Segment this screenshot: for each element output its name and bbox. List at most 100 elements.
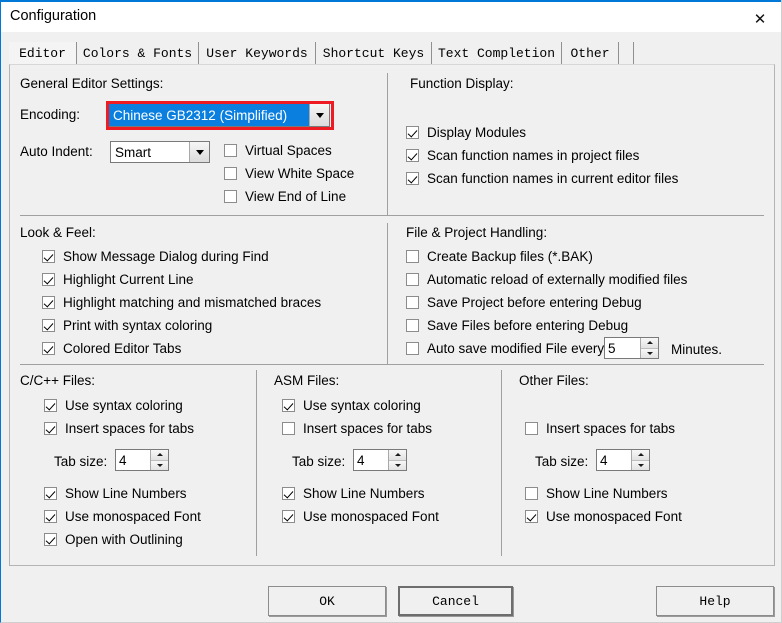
checkbox-auto-save-modified-file[interactable]: Auto save modified File every <box>406 341 604 356</box>
spinner-up-button[interactable] <box>389 450 406 461</box>
tab-editor[interactable]: Editor <box>9 42 77 66</box>
tab-strip: Editor Colors & Fonts User Keywords Shor… <box>9 42 775 66</box>
checkbox-highlight-braces[interactable]: Highlight matching and mismatched braces <box>42 295 321 310</box>
checkbox-box <box>44 422 57 435</box>
checkbox-scan-project-files[interactable]: Scan function names in project files <box>406 148 639 163</box>
cpp-tab-size-value: 4 <box>119 452 127 468</box>
auto-indent-combo-arrow-button[interactable] <box>189 142 209 162</box>
checkbox-asm-show-line-numbers[interactable]: Show Line Numbers <box>282 486 425 501</box>
cancel-button-label: Cancel <box>432 593 479 609</box>
checkbox-view-white-space[interactable]: View White Space <box>224 166 354 181</box>
asm-tab-size-label: Tab size: <box>292 454 346 469</box>
checkbox-box <box>42 250 55 263</box>
divider-horizontal-top <box>20 215 764 216</box>
cpp-tab-size-spinner[interactable]: 4 <box>115 449 169 471</box>
checkbox-cpp-use-syntax-coloring[interactable]: Use syntax coloring <box>44 398 183 413</box>
caret-down-icon <box>156 463 163 467</box>
tab-shortcut-keys[interactable]: Shortcut Keys <box>316 42 432 65</box>
checkbox-label: Highlight matching and mismatched braces <box>63 295 322 310</box>
checkbox-colored-editor-tabs[interactable]: Colored Editor Tabs <box>42 341 181 356</box>
checkbox-box <box>406 273 419 286</box>
spinner-up-button[interactable] <box>641 338 658 349</box>
checkbox-automatic-reload[interactable]: Automatic reload of externally modified … <box>406 272 687 287</box>
spinner-down-button[interactable] <box>151 460 168 470</box>
checkbox-label: Virtual Spaces <box>245 143 332 158</box>
checkbox-asm-use-monospaced-font[interactable]: Use monospaced Font <box>282 509 439 524</box>
checkbox-label: Colored Editor Tabs <box>63 341 182 356</box>
autosave-minutes-spinner[interactable]: 5 <box>604 337 659 359</box>
checkbox-box <box>42 296 55 309</box>
checkbox-label: View White Space <box>245 166 355 181</box>
help-button[interactable]: Help <box>656 586 774 616</box>
checkbox-asm-insert-spaces-for-tabs[interactable]: Insert spaces for tabs <box>282 421 432 436</box>
checkbox-show-message-dialog[interactable]: Show Message Dialog during Find <box>42 249 269 264</box>
checkbox-label: Insert spaces for tabs <box>303 421 433 436</box>
spinner-buttons[interactable] <box>640 338 658 358</box>
checkbox-label: Show Line Numbers <box>546 486 668 501</box>
tab-label: Editor <box>19 46 66 61</box>
checkbox-cpp-insert-spaces-for-tabs[interactable]: Insert spaces for tabs <box>44 421 194 436</box>
tab-other[interactable]: Other <box>562 42 619 65</box>
spinner-buttons[interactable] <box>388 450 406 470</box>
checkbox-asm-use-syntax-coloring[interactable]: Use syntax coloring <box>282 398 421 413</box>
spinner-down-button[interactable] <box>641 348 658 358</box>
checkbox-box <box>282 399 295 412</box>
checkbox-box <box>44 533 57 546</box>
encoding-combo-arrow-button[interactable] <box>309 104 329 126</box>
spinner-down-button[interactable] <box>389 460 406 470</box>
close-button[interactable]: ✕ <box>737 4 781 34</box>
general-editor-settings-title: General Editor Settings: <box>20 76 164 91</box>
auto-indent-label: Auto Indent: <box>20 144 93 159</box>
checkbox-display-modules[interactable]: Display Modules <box>406 125 526 140</box>
checkbox-scan-current-editor-files[interactable]: Scan function names in current editor fi… <box>406 171 678 186</box>
checkbox-other-use-monospaced-font[interactable]: Use monospaced Font <box>525 509 682 524</box>
checkbox-label: Use syntax coloring <box>65 398 183 413</box>
tab-colors-and-fonts[interactable]: Colors & Fonts <box>77 42 199 65</box>
checkbox-box <box>44 399 57 412</box>
asm-tab-size-spinner[interactable]: 4 <box>353 449 407 471</box>
checkbox-cpp-show-line-numbers[interactable]: Show Line Numbers <box>44 486 187 501</box>
checkbox-other-show-line-numbers[interactable]: Show Line Numbers <box>525 486 668 501</box>
checkbox-create-backup-files[interactable]: Create Backup files (*.BAK) <box>406 249 593 264</box>
checkbox-other-insert-spaces-for-tabs[interactable]: Insert spaces for tabs <box>525 421 675 436</box>
caret-down-icon <box>646 351 653 355</box>
autosave-minutes-suffix: Minutes. <box>671 342 723 357</box>
caret-up-icon <box>646 341 653 345</box>
caret-down-icon <box>637 463 644 467</box>
window-title: Configuration <box>10 8 97 24</box>
auto-indent-combo[interactable]: Smart <box>110 141 210 163</box>
checkbox-cpp-use-monospaced-font[interactable]: Use monospaced Font <box>44 509 201 524</box>
cancel-button[interactable]: Cancel <box>398 586 513 616</box>
spinner-up-button[interactable] <box>632 450 649 461</box>
close-icon: ✕ <box>753 10 767 28</box>
checkbox-label: Insert spaces for tabs <box>546 421 676 436</box>
spinner-down-button[interactable] <box>632 460 649 470</box>
checkbox-view-end-of-line[interactable]: View End of Line <box>224 189 346 204</box>
checkbox-label: Use monospaced Font <box>546 509 682 524</box>
divider-horizontal-bottom <box>20 364 764 365</box>
checkbox-cpp-open-with-outlining[interactable]: Open with Outlining <box>44 532 183 547</box>
checkbox-label: Show Line Numbers <box>303 486 425 501</box>
checkbox-label: Open with Outlining <box>65 532 183 547</box>
checkbox-box <box>406 250 419 263</box>
checkbox-virtual-spaces[interactable]: Virtual Spaces <box>224 143 332 158</box>
asm-files-title: ASM Files: <box>274 373 340 388</box>
ok-button[interactable]: OK <box>268 586 386 616</box>
checkbox-print-syntax-coloring[interactable]: Print with syntax coloring <box>42 318 212 333</box>
other-files-title: Other Files: <box>519 373 589 388</box>
checkbox-save-files-before-debug[interactable]: Save Files before entering Debug <box>406 318 628 333</box>
spinner-buttons[interactable] <box>150 450 168 470</box>
tab-text-completion[interactable]: Text Completion <box>432 42 562 65</box>
checkbox-highlight-current-line[interactable]: Highlight Current Line <box>42 272 194 287</box>
other-tab-size-spinner[interactable]: 4 <box>596 449 650 471</box>
checkbox-save-project-before-debug[interactable]: Save Project before entering Debug <box>406 295 642 310</box>
checkbox-box <box>224 167 237 180</box>
spinner-up-button[interactable] <box>151 450 168 461</box>
checkbox-box <box>525 487 538 500</box>
checkbox-box <box>406 296 419 309</box>
spinner-buttons[interactable] <box>631 450 649 470</box>
checkbox-label: Save Files before entering Debug <box>427 318 629 333</box>
tab-user-keywords[interactable]: User Keywords <box>199 42 316 65</box>
encoding-combo[interactable]: Chinese GB2312 (Simplified) <box>108 103 330 127</box>
asm-tab-size-value: 4 <box>357 452 365 468</box>
